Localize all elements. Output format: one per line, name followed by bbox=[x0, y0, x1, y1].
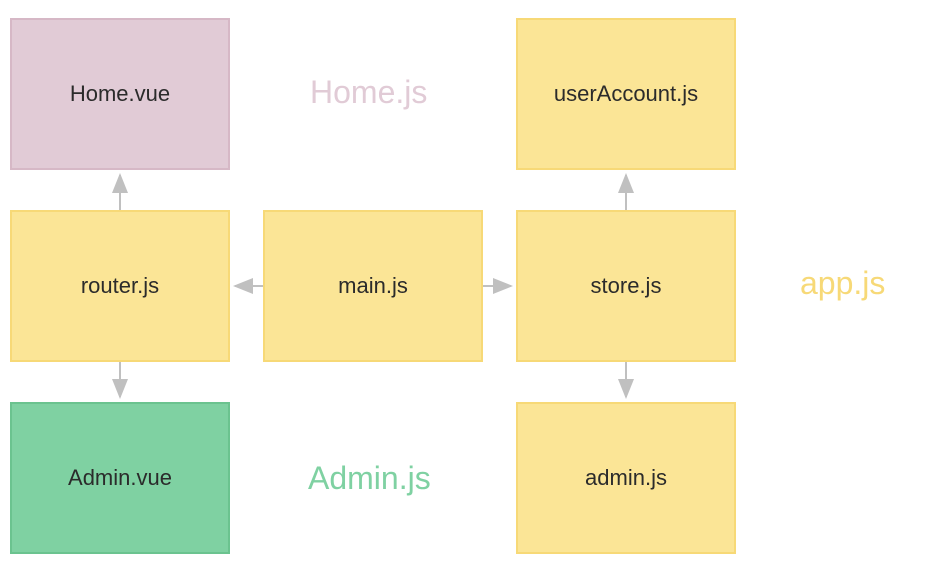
box-router-js: router.js bbox=[10, 210, 230, 362]
box-label: router.js bbox=[81, 273, 159, 299]
label-app-js: app.js bbox=[800, 265, 885, 302]
box-admin-js: admin.js bbox=[516, 402, 736, 554]
box-main-js: main.js bbox=[263, 210, 483, 362]
box-user-account-js: userAccount.js bbox=[516, 18, 736, 170]
box-admin-vue: Admin.vue bbox=[10, 402, 230, 554]
box-label: main.js bbox=[338, 273, 408, 299]
box-label: store.js bbox=[591, 273, 662, 299]
label-home-js: Home.js bbox=[310, 74, 427, 111]
label-admin-js: Admin.js bbox=[308, 460, 431, 497]
box-label: Home.vue bbox=[70, 81, 170, 107]
box-label: Admin.vue bbox=[68, 465, 172, 491]
box-label: admin.js bbox=[585, 465, 667, 491]
box-store-js: store.js bbox=[516, 210, 736, 362]
box-home-vue: Home.vue bbox=[10, 18, 230, 170]
box-label: userAccount.js bbox=[554, 81, 698, 107]
